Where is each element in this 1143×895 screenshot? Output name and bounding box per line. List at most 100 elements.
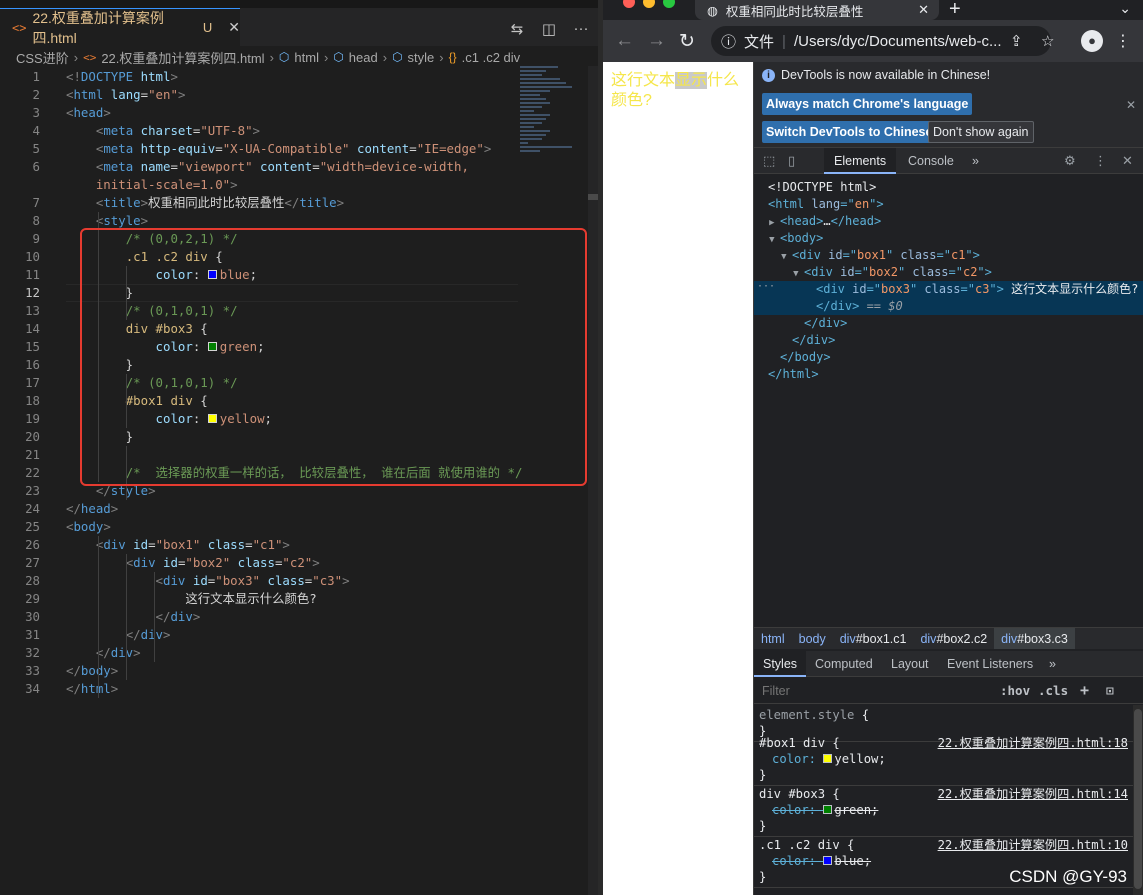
tab-computed[interactable]: Computed: [806, 651, 882, 677]
code-line[interactable]: 31 </div>: [0, 626, 520, 644]
color-swatch[interactable]: [823, 805, 833, 814]
tab-styles[interactable]: Styles: [754, 651, 807, 677]
more-tabs-button[interactable]: »: [962, 148, 989, 174]
style-rule[interactable]: #box1 div {22.权重叠加计算案例四.html:18 color: ye…: [754, 733, 1134, 786]
dom-breadcrumb-item[interactable]: body: [792, 628, 833, 649]
tab-event-listeners[interactable]: Event Listeners: [938, 651, 1042, 677]
tab-layout[interactable]: Layout: [882, 651, 938, 677]
close-icon[interactable]: ✕: [228, 19, 240, 36]
split-editor-icon[interactable]: ◫: [540, 20, 558, 38]
style-rule[interactable]: div #box3 {22.权重叠加计算案例四.html:14 color: gr…: [754, 784, 1134, 837]
gear-icon[interactable]: ⚙: [1064, 153, 1076, 169]
new-tab-button[interactable]: +: [949, 0, 961, 21]
breadcrumb-file[interactable]: 22.权重叠加计算案例四.html: [101, 48, 264, 67]
dom-node[interactable]: ▼ <body>: [754, 230, 1143, 247]
address-bar[interactable]: ⓘ 文件 | /Users/dyc/Documents/web-c...: [711, 26, 1051, 56]
dom-node[interactable]: </div>: [754, 332, 1143, 349]
more-icon[interactable]: ···: [572, 20, 590, 38]
code-line[interactable]: 27 <div id="box2" class="c2">: [0, 554, 520, 572]
code-line[interactable]: 6 <meta name="viewport" content="width=d…: [0, 158, 520, 176]
rule-source-link[interactable]: 22.权重叠加计算案例四.html:18: [938, 735, 1128, 751]
dom-node[interactable]: </div>: [754, 315, 1143, 332]
rule-source-link[interactable]: 22.权重叠加计算案例四.html:14: [938, 786, 1128, 802]
dont-show-again-button[interactable]: Don't show again: [928, 121, 1034, 143]
reload-icon[interactable]: ↻: [679, 30, 695, 53]
toggle-sidebar-icon[interactable]: ⊡: [1106, 683, 1114, 698]
dom-breadcrumb-item[interactable]: html: [754, 628, 792, 649]
code-line[interactable]: 4 <meta charset="UTF-8">: [0, 122, 520, 140]
breadcrumb-selector[interactable]: .c1 .c2 div: [462, 50, 521, 65]
bookmark-star-icon[interactable]: ☆: [1041, 32, 1054, 50]
code-line[interactable]: 25 <body>: [0, 518, 520, 536]
more-tabs-button[interactable]: »: [1040, 651, 1065, 677]
chevron-down-icon[interactable]: ⌄: [1119, 0, 1131, 17]
minimap[interactable]: [520, 66, 580, 152]
class-toggle[interactable]: .cls: [1038, 683, 1068, 698]
close-icon[interactable]: ✕: [918, 2, 929, 18]
color-swatch[interactable]: [823, 856, 833, 865]
dom-breadcrumb-item[interactable]: div#box2.c2: [913, 628, 994, 649]
collapse-triangle-icon[interactable]: ▼: [769, 235, 780, 245]
color-swatch[interactable]: [823, 754, 833, 763]
minimize-window-icon[interactable]: [643, 0, 655, 8]
dom-node[interactable]: <html lang="en">: [754, 196, 1143, 213]
dom-node[interactable]: <!DOCTYPE html>: [754, 179, 1143, 196]
code-line[interactable]: 26 <div id="box1" class="c1">: [0, 536, 520, 554]
breadcrumb-folder[interactable]: CSS进阶: [16, 48, 69, 67]
scrollbar-thumb[interactable]: [588, 194, 598, 200]
rule-selector[interactable]: element.style {: [759, 707, 1129, 723]
hover-state-toggle[interactable]: :hov: [1000, 683, 1030, 698]
inspect-element-icon[interactable]: ⬚: [763, 153, 775, 169]
code-line[interactable]: 34 </html>: [0, 680, 520, 698]
dom-breadcrumb-item[interactable]: div#box3.c3: [994, 628, 1075, 649]
kebab-menu-icon[interactable]: ⋮: [1094, 153, 1107, 169]
breadcrumb-html[interactable]: html: [294, 50, 319, 65]
close-icon[interactable]: ✕: [1126, 98, 1136, 112]
code-line[interactable]: 3 <head>: [0, 104, 520, 122]
kebab-menu-icon[interactable]: ⋮: [1115, 31, 1131, 51]
dom-breadcrumb-item[interactable]: div#box1.c1: [833, 628, 914, 649]
code-line[interactable]: 32 </div>: [0, 644, 520, 662]
tab-elements[interactable]: Elements: [824, 148, 897, 174]
new-rule-icon[interactable]: +: [1080, 681, 1089, 699]
dom-node[interactable]: </body>: [754, 349, 1143, 366]
code-line[interactable]: 29 这行文本显示什么颜色?: [0, 590, 520, 608]
code-line[interactable]: 1 <!DOCTYPE html>: [0, 68, 520, 86]
styles-scrollbar[interactable]: [1133, 705, 1143, 895]
expand-triangle-icon[interactable]: ▶: [769, 218, 780, 228]
scrollbar-thumb[interactable]: [1134, 709, 1142, 889]
close-window-icon[interactable]: [623, 0, 635, 8]
dom-node[interactable]: ▼ <div id="box2" class="c2">: [754, 264, 1143, 281]
code-line[interactable]: 24 </head>: [0, 500, 520, 518]
share-icon[interactable]: ⇪: [1010, 32, 1023, 50]
code-line[interactable]: 33 </body>: [0, 662, 520, 680]
dom-node[interactable]: <div id="box3" class="c3"> 这行文本显示什么颜色?: [754, 281, 1143, 298]
editor-scrollbar[interactable]: [588, 66, 598, 895]
rule-source-link[interactable]: 22.权重叠加计算案例四.html:10: [938, 837, 1128, 853]
maximize-window-icon[interactable]: [663, 0, 675, 8]
code-line[interactable]: 28 <div id="box3" class="c3">: [0, 572, 520, 590]
code-line[interactable]: 30 </div>: [0, 608, 520, 626]
dom-node[interactable]: ▼ <div id="box1" class="c1">: [754, 247, 1143, 264]
browser-tab[interactable]: ◍ 权重相同此时比较层叠性 ✕: [695, 0, 939, 20]
tab-console[interactable]: Console: [898, 148, 964, 174]
code-line[interactable]: 2 <html lang="en">: [0, 86, 520, 104]
collapse-triangle-icon[interactable]: ▼: [781, 252, 792, 262]
compare-icon[interactable]: ⇆: [508, 20, 526, 38]
style-property[interactable]: color: yellow;: [759, 751, 1129, 767]
node-actions-icon[interactable]: ···: [757, 281, 775, 292]
styles-filter-input[interactable]: [756, 680, 988, 702]
breadcrumb-style[interactable]: style: [408, 50, 435, 65]
dom-node[interactable]: </html>: [754, 366, 1143, 383]
device-toolbar-icon[interactable]: ▯: [788, 153, 795, 169]
forward-icon[interactable]: →: [647, 30, 666, 52]
info-icon[interactable]: ⓘ: [721, 31, 736, 52]
breadcrumb-head[interactable]: head: [349, 50, 378, 65]
code-line[interactable]: 7 <title>权重相同此时比较层叠性</title>: [0, 194, 520, 212]
collapse-triangle-icon[interactable]: ▼: [793, 269, 804, 279]
editor-tab[interactable]: <> 22.权重叠加计算案例四.html U ✕: [0, 8, 240, 46]
close-icon[interactable]: ✕: [1122, 153, 1133, 169]
back-icon[interactable]: ←: [615, 30, 634, 52]
switch-to-chinese-button[interactable]: Switch DevTools to Chinese: [762, 121, 937, 143]
profile-icon[interactable]: ●: [1081, 30, 1103, 52]
